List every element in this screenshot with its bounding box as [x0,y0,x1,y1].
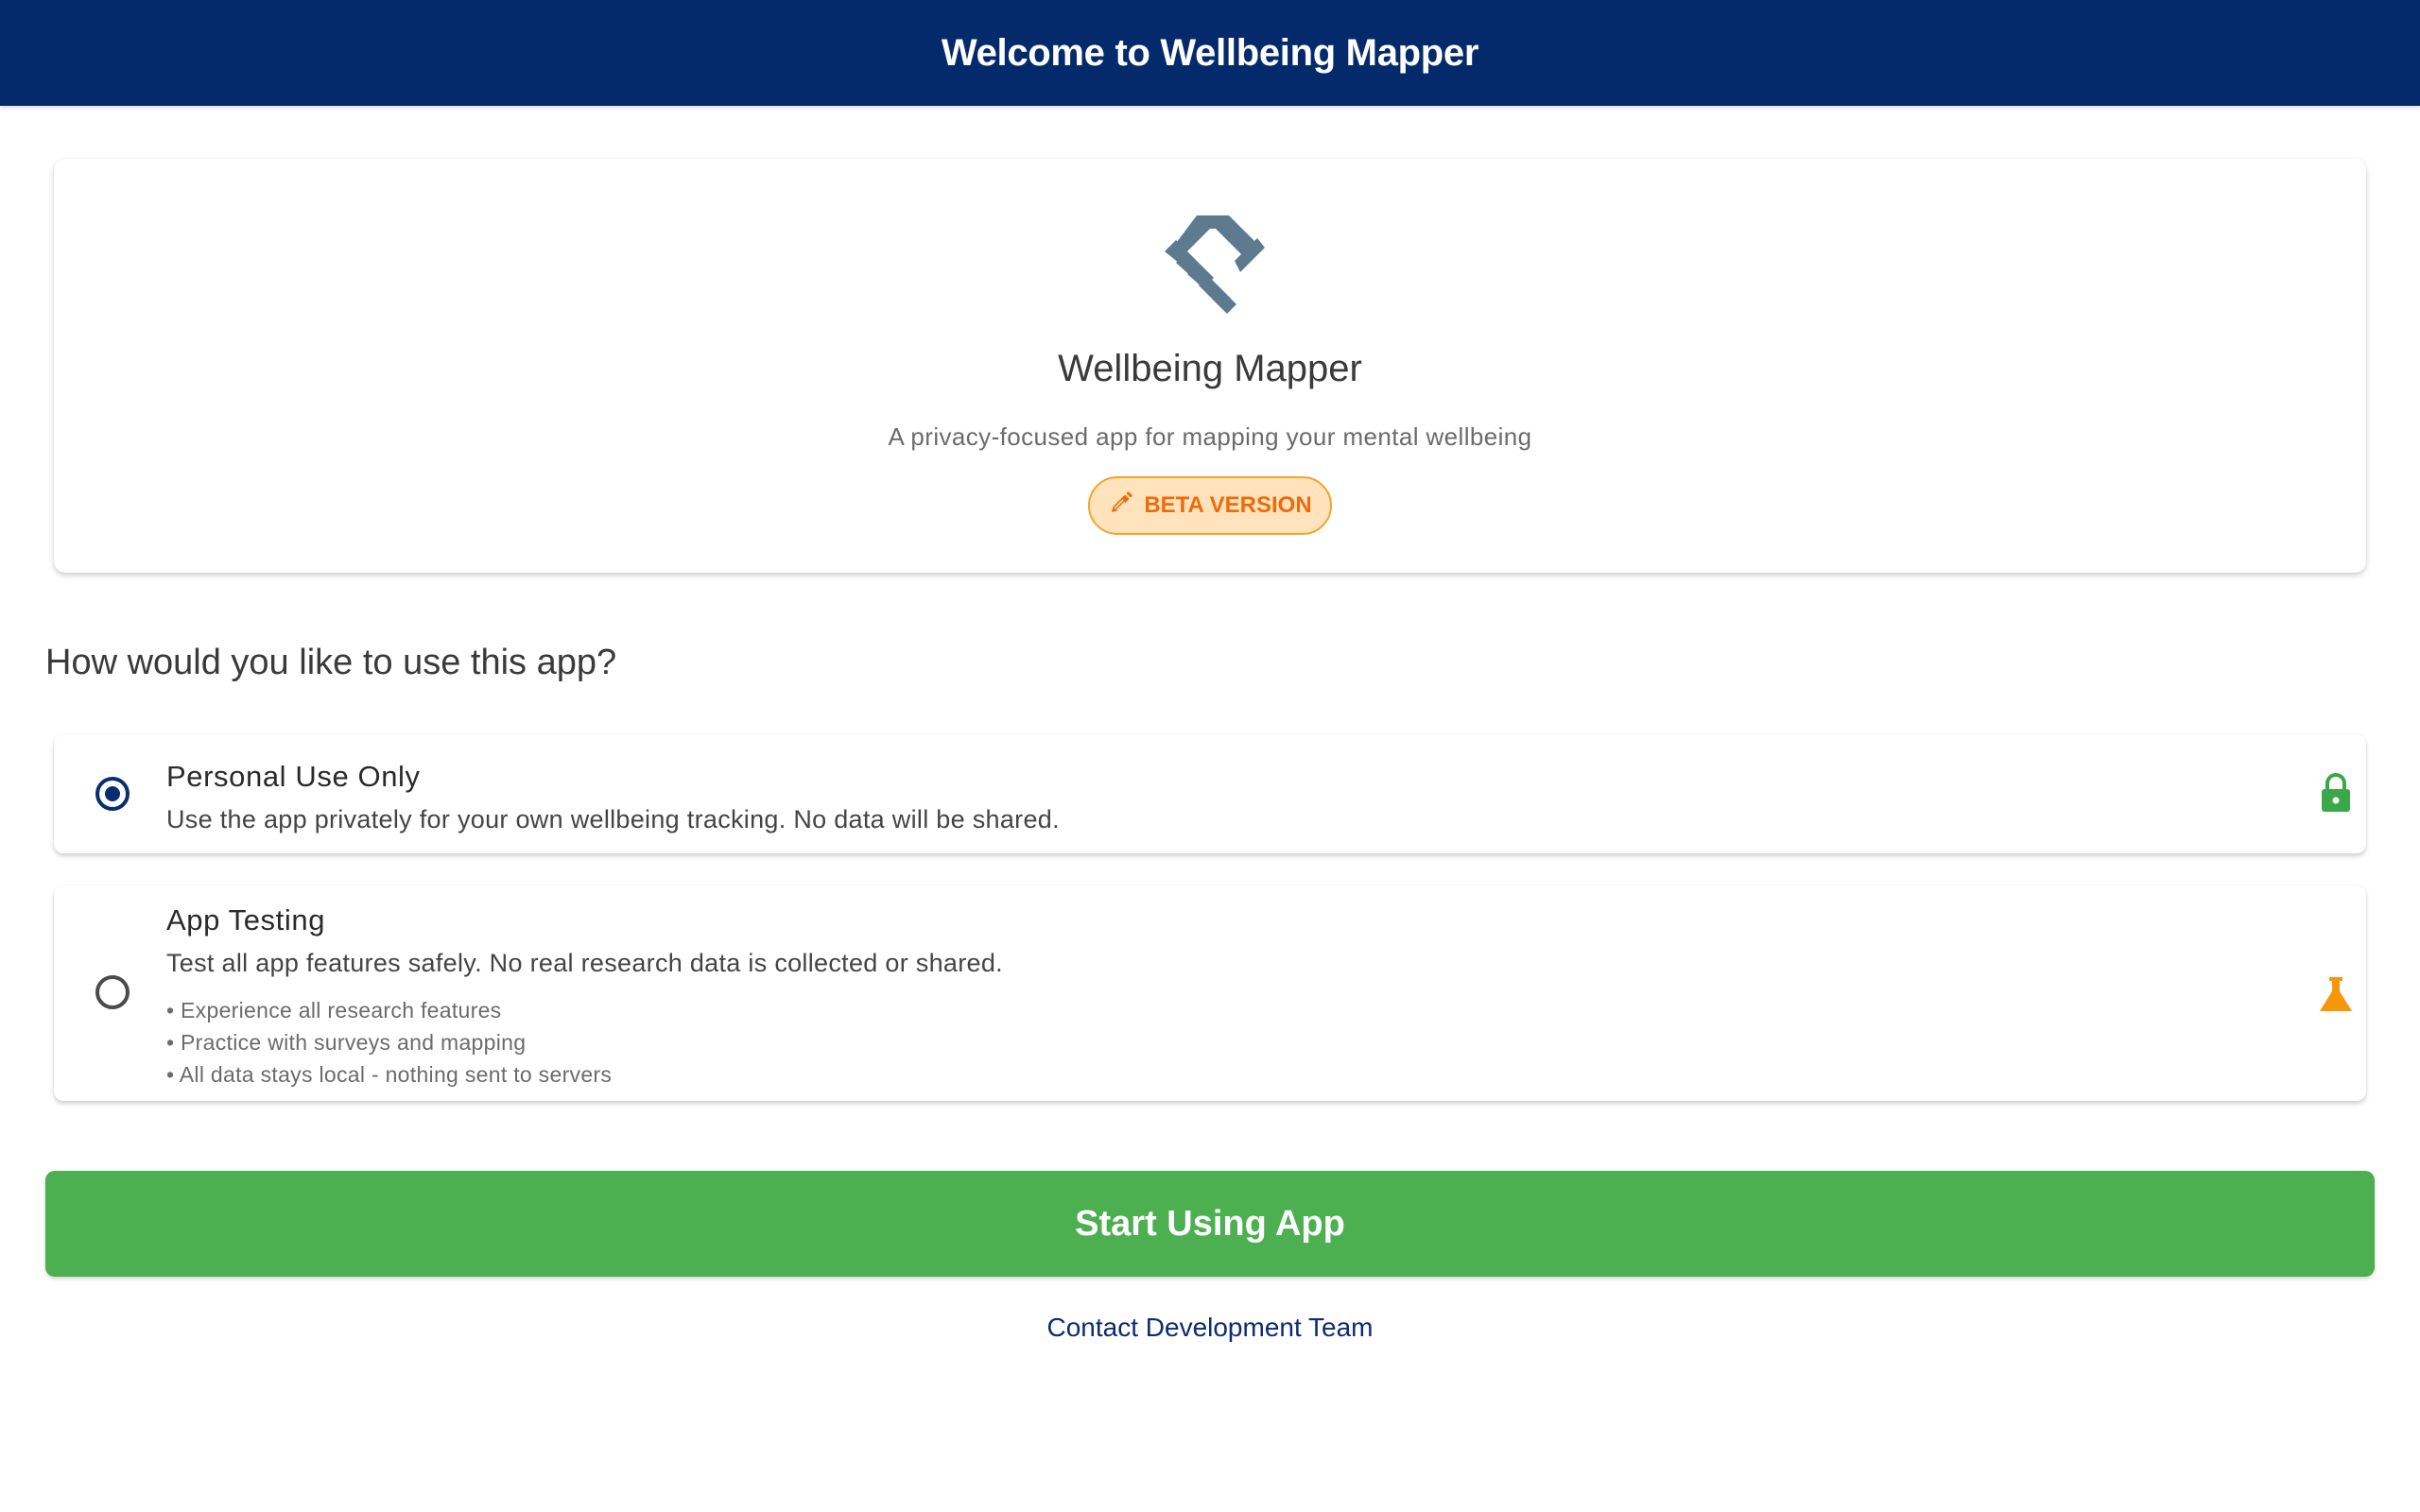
list-item: • Experience all research features [166,998,502,1022]
beta-badge: BETA VERSION [1088,476,1332,535]
option-description: Test all app features safely. No real re… [166,949,1003,977]
contact-development-team-link[interactable]: Contact Development Team [0,1313,2420,1343]
app-info-card: Wellbeing Mapper A privacy-focused app f… [54,159,2366,573]
app-tagline: A privacy-focused app for mapping your m… [888,422,1532,451]
flask-icon [2317,974,2355,1016]
app-bar: Welcome to Wellbeing Mapper [0,0,2420,106]
app-bar-title: Welcome to Wellbeing Mapper [941,31,1479,74]
beta-badge-label: BETA VERSION [1144,492,1312,518]
lock-icon [2317,772,2355,814]
usage-question: How would you like to use this app? [45,643,617,682]
option-title: Personal Use Only [166,760,421,793]
option-title: App Testing [166,903,326,936]
option-app-testing[interactable]: App Testing Test all app features safely… [54,885,2366,1101]
handshake-icon [1155,210,1265,319]
option-description: Use the app privately for your own wellb… [166,805,1060,833]
app-testing-radio[interactable] [95,975,130,1009]
personal-use-radio[interactable] [95,777,130,811]
testing-feature-list: • Experience all research features • Pra… [166,994,612,1091]
start-using-app-button[interactable]: Start Using App [45,1171,2375,1277]
option-personal-use[interactable]: Personal Use Only Use the app privately … [54,734,2366,853]
list-item: • All data stays local - nothing sent to… [166,1062,613,1087]
list-item: • Practice with surveys and mapping [166,1030,527,1055]
pencil-icon [1108,490,1134,523]
app-name: Wellbeing Mapper [1058,348,1362,389]
